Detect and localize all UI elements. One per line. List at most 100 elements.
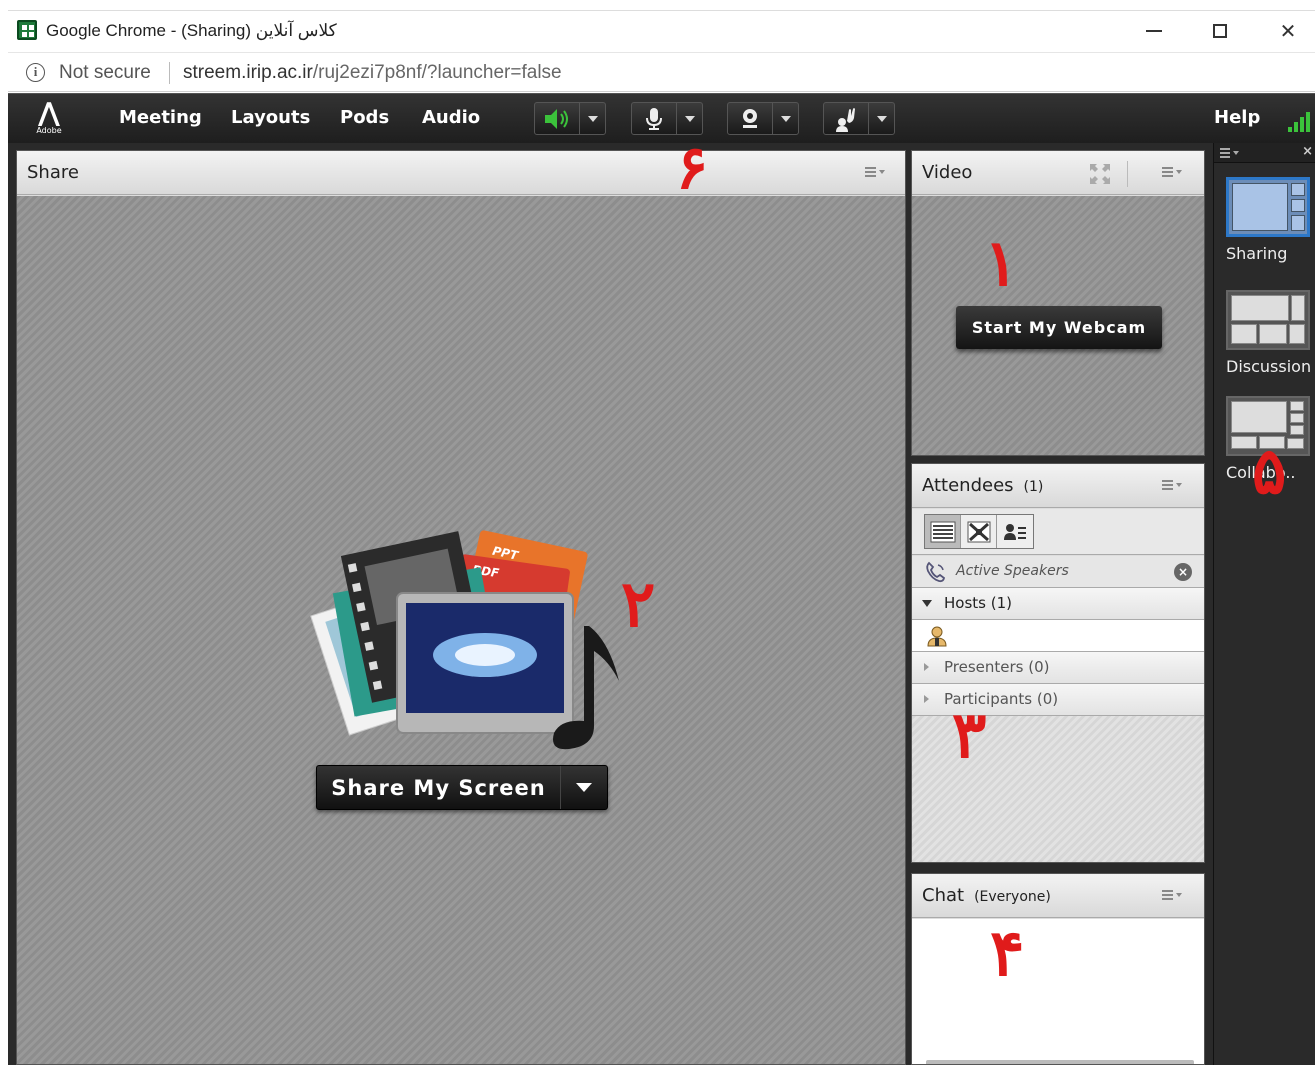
share-stage: PPT PDF Share My Screen [17, 196, 905, 1064]
share-options-dropdown[interactable] [561, 766, 607, 809]
layouts-bar: × Sharing Discussion Collabo.. [1213, 143, 1315, 1065]
webcam-icon [743, 108, 757, 128]
chevron-down-icon [576, 783, 592, 792]
clear-speakers-icon[interactable]: × [1174, 563, 1192, 581]
speaker-icon [545, 108, 568, 129]
close-icon: ✕ [1279, 19, 1297, 43]
annotation-6: ۶ [676, 133, 709, 203]
presenters-group-label: Presenters (0) [944, 658, 1050, 676]
layout-sharing[interactable]: Sharing [1226, 177, 1315, 263]
pod-options-icon[interactable] [1162, 480, 1184, 492]
connect-menu-bar: ⋀ Adobe Meeting Layouts Pods Audio Help [8, 93, 1315, 143]
pod-options-icon[interactable] [865, 167, 887, 179]
chat-pod: Chat (Everyone) [911, 873, 1205, 1065]
annotation-4: ۴ [990, 916, 1025, 991]
minimize-icon [1146, 30, 1162, 32]
window-title: Google Chrome - (Sharing) کلاس آنلاین [46, 21, 337, 40]
collapsed-triangle-icon[interactable] [924, 695, 929, 703]
adobe-logo-icon: ⋀ [38, 98, 60, 128]
app-icon [17, 20, 37, 40]
media-share-icon: PPT PDF [310, 530, 619, 750]
layout-discussion-label: Discussion [1226, 357, 1312, 376]
speaker-button[interactable] [535, 103, 579, 134]
host-attendee-row[interactable] [912, 620, 1204, 652]
url-text[interactable]: streem.irip.ac.ir/ruj2ezi7p8nf/?launcher… [183, 62, 562, 84]
phone-icon [926, 561, 946, 583]
share-pod-title: Share [27, 162, 79, 183]
breakout-icon [967, 521, 990, 542]
attendees-toolbar [912, 509, 1204, 555]
browser-title-bar: Google Chrome - (Sharing) کلاس آنلاین ✕ [8, 10, 1315, 50]
help-menu[interactable]: Help [1214, 107, 1260, 128]
microphone-icon [646, 107, 662, 130]
connection-signal-icon [1288, 110, 1315, 132]
layout-discussion[interactable]: Discussion [1226, 290, 1315, 376]
chat-message-area [912, 919, 1204, 1064]
chat-input-field[interactable] [926, 1060, 1194, 1064]
status-dropdown[interactable] [868, 103, 894, 134]
video-stage: Start My Webcam [912, 196, 1204, 455]
share-pod: Share PPT PDF Share My Screen [16, 150, 906, 1065]
annotation-1: ١ [984, 226, 1019, 301]
annotation-3: ٣ [952, 698, 987, 773]
menu-layouts[interactable]: Layouts [231, 107, 310, 128]
list-view-icon [930, 521, 955, 542]
pod-options-icon[interactable] [1162, 167, 1184, 179]
chevron-down-icon [780, 115, 791, 122]
start-my-webcam-button[interactable]: Start My Webcam [956, 306, 1162, 349]
menu-pods[interactable]: Pods [340, 107, 389, 128]
menu-audio[interactable]: Audio [422, 107, 480, 128]
close-window-button[interactable]: ✕ [1268, 17, 1308, 45]
attendee-status-view-button[interactable] [997, 515, 1033, 548]
attendees-title: Attendees [922, 475, 1014, 496]
maximize-button[interactable] [1200, 17, 1240, 45]
status-control [823, 102, 895, 135]
microphone-control [631, 102, 703, 135]
attendees-pod-title: Attendees (1) [922, 475, 1043, 496]
layouts-bar-header: × [1214, 143, 1315, 163]
url-path: /ruj2ezi7p8nf/?launcher=false [312, 62, 562, 83]
expand-triangle-icon[interactable] [922, 600, 932, 607]
attendees-pod-header: Attendees (1) [912, 464, 1204, 508]
video-pod: Video Start My Webcam [911, 150, 1205, 456]
microphone-button[interactable] [632, 103, 676, 134]
security-label[interactable]: Not secure [59, 62, 151, 84]
layout-discussion-thumbnail[interactable] [1226, 290, 1310, 350]
microphone-dropdown[interactable] [676, 103, 702, 134]
layout-sharing-thumbnail[interactable] [1226, 177, 1310, 237]
hosts-group-row[interactable]: Hosts (1) [912, 588, 1204, 620]
pod-options-icon[interactable] [1162, 890, 1184, 902]
annotation-5: ۵ [1252, 434, 1287, 509]
menu-meeting[interactable]: Meeting [119, 107, 202, 128]
chat-pod-title: Chat (Everyone) [922, 885, 1051, 906]
attendee-view-switcher [924, 514, 1034, 549]
webcam-button[interactable] [728, 103, 772, 134]
video-pod-title: Video [922, 162, 973, 183]
list-view-button[interactable] [925, 515, 961, 548]
layouts-menu-icon[interactable] [1220, 148, 1240, 158]
presenters-group-row[interactable]: Presenters (0) [912, 652, 1204, 684]
speaker-control [534, 102, 606, 135]
annotation-2: ٢ [621, 567, 656, 642]
adobe-logo-word: Adobe [36, 126, 62, 135]
address-bar[interactable]: i Not secure streem.irip.ac.ir/ruj2ezi7p… [8, 52, 1315, 92]
webcam-dropdown[interactable] [772, 103, 798, 134]
share-my-screen-label[interactable]: Share My Screen [317, 766, 561, 809]
chevron-down-icon [587, 115, 598, 122]
speaker-dropdown[interactable] [579, 103, 605, 134]
breakout-view-button[interactable] [961, 515, 997, 548]
fullscreen-icon[interactable] [1088, 162, 1112, 186]
share-my-screen-button[interactable]: Share My Screen [316, 765, 608, 810]
active-speakers-label: Active Speakers [956, 563, 1069, 579]
webcam-control [727, 102, 799, 135]
info-icon[interactable]: i [26, 63, 45, 82]
attendees-count: (1) [1023, 479, 1044, 495]
maximize-icon [1213, 24, 1227, 38]
attendee-status-icon [1004, 523, 1026, 540]
close-icon[interactable]: × [1302, 144, 1313, 159]
collapsed-triangle-icon[interactable] [924, 663, 929, 671]
video-pod-header: Video [912, 151, 1204, 195]
active-speakers-row: Active Speakers × [912, 556, 1204, 588]
raise-hand-button[interactable] [824, 103, 868, 134]
minimize-button[interactable] [1134, 17, 1174, 45]
